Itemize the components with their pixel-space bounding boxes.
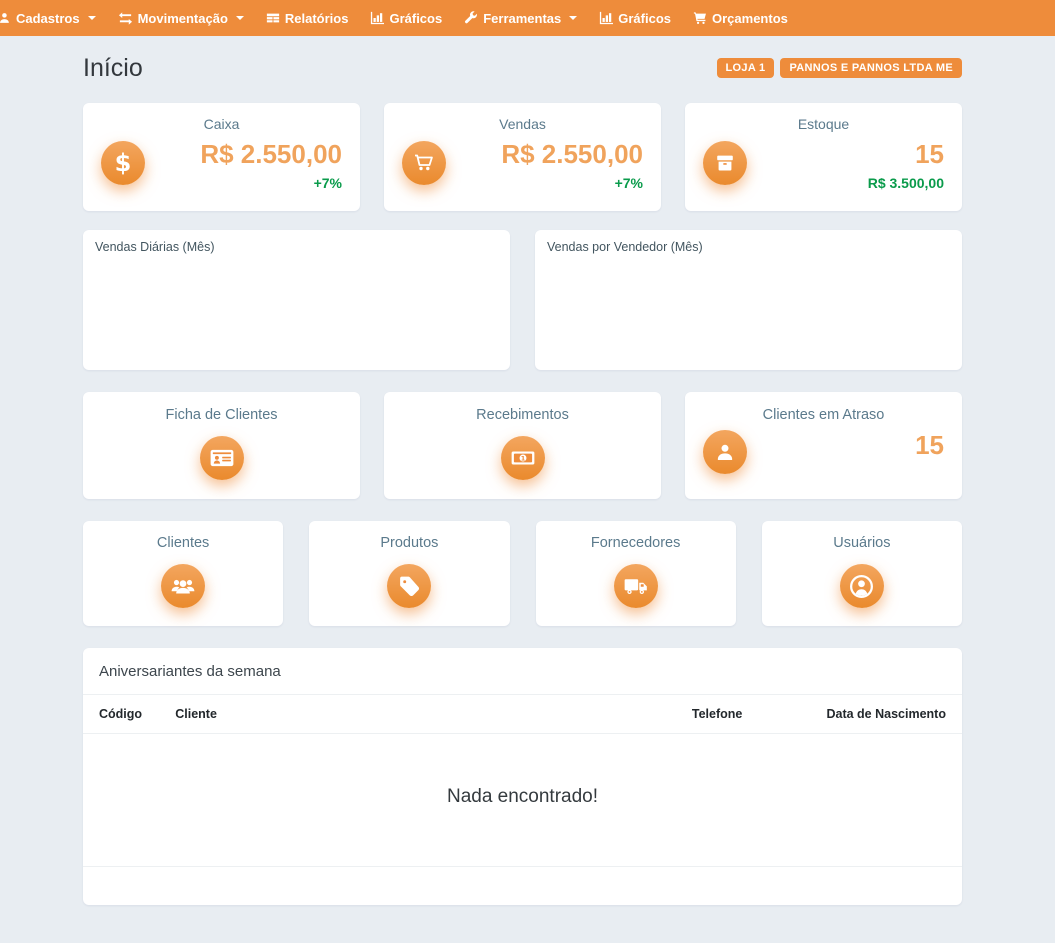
truck-icon [614, 564, 658, 608]
tag-icon [387, 564, 431, 608]
overdue-count: 15 [915, 430, 944, 461]
stat-title: Vendas [402, 116, 643, 132]
nav-item-ferramentas[interactable]: Ferramentas [453, 0, 588, 36]
caret-down-icon [236, 16, 244, 20]
stat-card-caixa[interactable]: Caixa $ R$ 2.550,00 +7% [83, 103, 360, 211]
module-title: Clientes [83, 535, 283, 551]
module-title: Usuários [762, 535, 962, 551]
nav-label: Movimentação [138, 11, 228, 26]
module-usuarios[interactable]: Usuários [762, 521, 962, 626]
exchange-icon [118, 11, 133, 26]
column-header-data-nascimento: Data de Nascimento [810, 707, 946, 721]
dashboard-page: Início LOJA 1 PANNOS E PANNOS LTDA ME Ca… [0, 36, 1055, 905]
user-plus-icon [0, 11, 11, 25]
shortcut-ficha-de-clientes[interactable]: Ficha de Clientes [83, 392, 360, 499]
nav-label: Ferramentas [483, 11, 561, 26]
store-badge: LOJA 1 [717, 58, 775, 78]
shortcut-clientes-em-atraso[interactable]: Clientes em Atraso 15 [685, 392, 962, 499]
stat-card-vendas[interactable]: Vendas R$ 2.550,00 +7% [384, 103, 661, 211]
charts-row: Vendas Diárias (Mês) Vendas por Vendedor… [83, 230, 962, 370]
empty-state-message: Nada encontrado! [83, 734, 962, 866]
box-icon [703, 141, 747, 185]
nav-item-relatorios[interactable]: Relatórios [255, 0, 360, 36]
bar-chart-icon [599, 11, 613, 25]
birthdays-table-header: Código Cliente Telefone Data de Nascimen… [83, 695, 962, 733]
table-icon [266, 11, 280, 25]
column-header-cliente: Cliente [175, 707, 692, 721]
nav-item-graficos-1[interactable]: Gráficos [359, 0, 453, 36]
page-title: Início [83, 54, 143, 83]
birthdays-title: Aniversariantes da semana [83, 648, 962, 694]
birthdays-panel-footer [83, 867, 962, 887]
chart-vendas-por-vendedor: Vendas por Vendedor (Mês) [535, 230, 962, 370]
nav-item-graficos-2[interactable]: Gráficos [588, 0, 682, 36]
shortcut-title: Ficha de Clientes [83, 407, 360, 423]
stat-title: Estoque [703, 116, 944, 132]
page-header: Início LOJA 1 PANNOS E PANNOS LTDA ME [83, 50, 962, 86]
nav-label: Gráficos [618, 11, 671, 26]
nav-item-cadastros[interactable]: Cadastros [0, 0, 107, 36]
nav-label: Gráficos [389, 11, 442, 26]
money-bill-icon: 1 [501, 436, 545, 480]
caret-down-icon [88, 16, 96, 20]
header-badges: LOJA 1 PANNOS E PANNOS LTDA ME [717, 58, 962, 78]
shortcuts-row: Ficha de Clientes Recebimentos 1 Cliente… [83, 392, 962, 499]
stat-card-estoque[interactable]: Estoque 15 R$ 3.500,00 [685, 103, 962, 211]
shortcut-recebimentos[interactable]: Recebimentos 1 [384, 392, 661, 499]
chart-vendas-diarias: Vendas Diárias (Mês) [83, 230, 510, 370]
chart-title: Vendas por Vendedor (Mês) [547, 240, 950, 254]
modules-row: Clientes Produtos Fornecedores Usuários [83, 521, 962, 626]
column-header-telefone: Telefone [692, 707, 811, 721]
nav-label: Orçamentos [712, 11, 788, 26]
nav-label: Cadastros [16, 11, 80, 26]
shortcut-title: Clientes em Atraso [685, 407, 962, 423]
column-header-codigo: Código [99, 707, 175, 721]
module-clientes[interactable]: Clientes [83, 521, 283, 626]
stat-title: Caixa [101, 116, 342, 132]
top-navbar: Cadastros Movimentação Relatórios Gráfic… [0, 0, 1055, 36]
nav-label: Relatórios [285, 11, 349, 26]
module-produtos[interactable]: Produtos [309, 521, 509, 626]
shopping-cart-icon [402, 141, 446, 185]
shortcut-title: Recebimentos [384, 407, 661, 423]
birthdays-panel: Aniversariantes da semana Código Cliente… [83, 648, 962, 905]
svg-text:1: 1 [520, 454, 525, 462]
users-icon [161, 564, 205, 608]
chart-title: Vendas Diárias (Mês) [95, 240, 498, 254]
caret-down-icon [569, 16, 577, 20]
module-title: Produtos [309, 535, 509, 551]
dollar-icon: $ [101, 141, 145, 185]
id-card-icon [200, 436, 244, 480]
company-badge: PANNOS E PANNOS LTDA ME [780, 58, 962, 78]
wrench-icon [464, 11, 478, 25]
module-fornecedores[interactable]: Fornecedores [536, 521, 736, 626]
user-icon [703, 430, 747, 474]
module-title: Fornecedores [536, 535, 736, 551]
nav-item-orcamentos[interactable]: Orçamentos [682, 0, 799, 36]
user-circle-icon [840, 564, 884, 608]
cart-icon [693, 11, 707, 25]
nav-item-movimentacao[interactable]: Movimentação [107, 0, 255, 36]
bar-chart-icon [370, 11, 384, 25]
stats-row: Caixa $ R$ 2.550,00 +7% Vendas R$ 2.550,… [83, 103, 962, 211]
